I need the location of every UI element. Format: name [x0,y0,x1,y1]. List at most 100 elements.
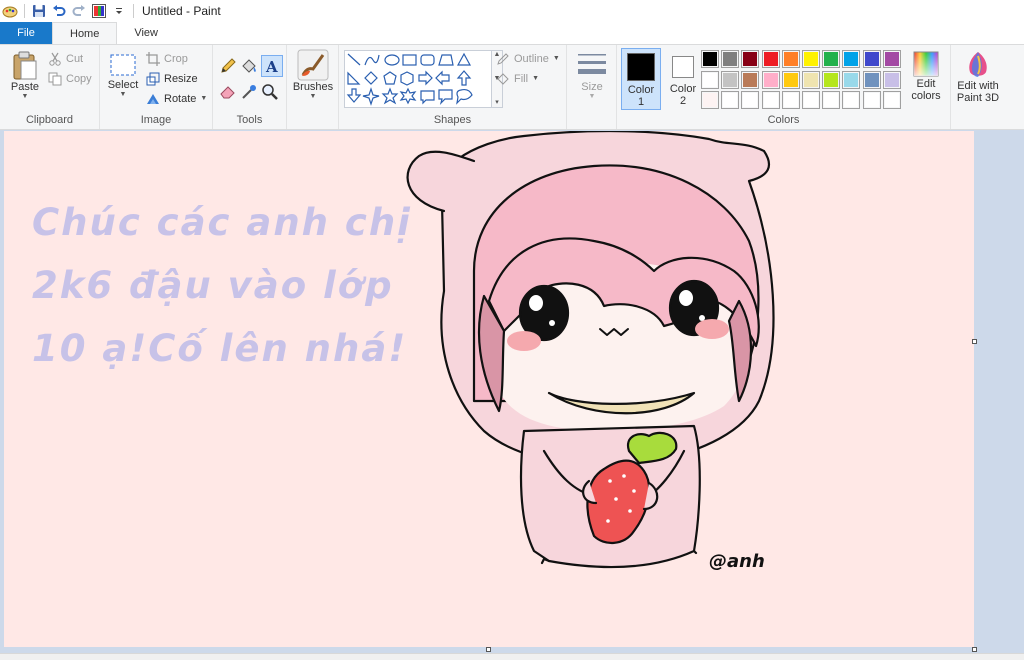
copy-button[interactable]: Copy [48,72,92,86]
customize-dropdown-icon[interactable] [111,3,127,19]
paste-button[interactable]: Paste ▼ [8,51,42,101]
palette-swatch[interactable] [761,70,780,89]
rotate-button[interactable]: Rotate ▼ [146,92,207,106]
tab-file[interactable]: File [0,22,52,44]
clipboard-group-label: Clipboard [25,114,74,126]
palette-swatch[interactable] [862,70,881,89]
palette-swatch[interactable] [862,50,881,68]
window-title: Untitled - Paint [142,4,221,18]
magnifier-tool[interactable] [261,83,279,101]
palette-swatch[interactable] [802,91,820,109]
palette-swatch[interactable] [862,91,881,109]
palette-swatch[interactable] [882,70,901,89]
palette-swatch[interactable] [842,91,861,109]
palette-swatch[interactable] [721,70,740,89]
workspace[interactable]: Chúc các anh chị 2k6 đậu vào lớp 10 ạ!Cố… [0,131,1024,660]
redo-icon[interactable] [71,3,87,19]
text-tool[interactable]: A [261,55,283,77]
shapes-group: ▲ ▼ ▾ Outline ▼ Fill ▼ Shapes [339,45,567,129]
shapes-gallery-icon [346,52,473,106]
image-group-label: Image [140,114,172,126]
edit-with-paint3d-button[interactable]: Edit with Paint 3D [953,50,1003,104]
palette-swatch[interactable] [882,50,901,68]
fill-button[interactable]: Fill ▼ [496,72,539,86]
canvas-resize-handle-corner[interactable] [972,647,977,652]
palette-swatch[interactable] [822,70,841,89]
palette-swatch[interactable] [822,91,841,109]
palette-swatch[interactable] [701,91,719,109]
brushes-group: Brushes ▼ [287,45,339,129]
palette-swatch[interactable] [802,70,820,89]
paint-app-icon[interactable] [2,3,18,19]
tools-group-label: Tools [236,114,263,126]
palette-swatch[interactable] [701,70,719,89]
palette-swatch[interactable] [802,50,820,68]
palette-swatch[interactable] [741,91,760,109]
outline-pen-icon [497,53,509,65]
color-picker-tool[interactable] [240,83,258,101]
palette-swatch[interactable] [741,50,760,68]
signature-text: @anh [709,551,765,572]
palette-swatch[interactable] [701,50,719,68]
drawing-canvas[interactable]: Chúc các anh chị 2k6 đậu vào lớp 10 ạ!Cố… [4,131,974,647]
pencil-icon [221,58,236,73]
text-a-icon: A [265,58,278,74]
fill-tool[interactable] [240,57,258,75]
tab-home[interactable]: Home [52,22,118,44]
rainbow-palette-icon [913,51,939,77]
canvas-resize-handle-bottom[interactable] [486,647,491,652]
palette-swatch[interactable] [842,70,861,89]
color2-number: 2 [679,95,687,107]
eraser-tool[interactable] [219,83,237,99]
size-button[interactable]: Size ▼ [574,51,610,101]
fill-icon [497,73,509,85]
palette-swatch[interactable] [761,91,780,109]
resize-button[interactable]: Resize [146,72,198,86]
tools-group: A Tools [213,45,287,129]
palette-swatch[interactable] [882,91,901,109]
undo-icon[interactable] [51,3,67,19]
paint3d-group: Edit with Paint 3D [951,45,1005,129]
pencil-tool[interactable] [219,57,237,75]
crop-button[interactable]: Crop [146,52,188,66]
shapes-gallery[interactable] [344,50,492,108]
palette-swatch[interactable] [781,70,800,89]
palette-swatch[interactable] [781,91,800,109]
palette-swatch[interactable] [822,50,841,68]
chibi-drawing [406,131,775,569]
color1-number: 1 [637,96,645,108]
brushes-button[interactable]: Brushes ▼ [292,49,334,101]
svg-text:A: A [265,58,278,74]
save-icon[interactable] [31,3,47,19]
color1-button[interactable]: Color 1 [621,48,661,110]
paint3d-label-1: Edit with [957,80,999,92]
crop-icon [146,52,160,66]
expand-icon[interactable]: ▾ [495,99,499,107]
color2-button[interactable]: Color 2 [663,48,703,110]
line-size-icon [578,54,606,74]
palette-swatch[interactable] [761,50,780,68]
edit-colors-button[interactable]: Edit colors [906,50,946,102]
palette-swatch[interactable] [721,50,740,68]
palette-swatch[interactable] [842,50,861,68]
paint3d-label-2: Paint 3D [956,92,1000,104]
cut-button[interactable]: Cut [48,52,83,66]
select-rectangle-icon [110,54,136,76]
tab-view[interactable]: View [117,22,175,44]
colors-group: Color 1 Color 2 Edit colors Colors [617,45,951,129]
chevron-down-icon: ▼ [532,75,539,82]
outline-button[interactable]: Outline ▼ [496,52,560,66]
properties-icon[interactable] [91,3,107,19]
select-button[interactable]: Select ▼ [106,53,140,99]
fill-label: Fill [514,73,529,85]
chevron-down-icon: ▼ [552,55,560,62]
clipboard-group: Paste ▼ Cut Copy Clipboard [0,45,100,129]
color1-label: Color [627,84,655,96]
palette-swatch[interactable] [781,50,800,68]
canvas-resize-handle-right[interactable] [972,339,977,344]
palette-swatch[interactable] [721,91,740,109]
status-bar [0,653,1024,660]
chevron-down-icon: ▼ [200,95,208,102]
size-group: Size ▼ [567,45,617,129]
palette-swatch[interactable] [741,70,760,89]
